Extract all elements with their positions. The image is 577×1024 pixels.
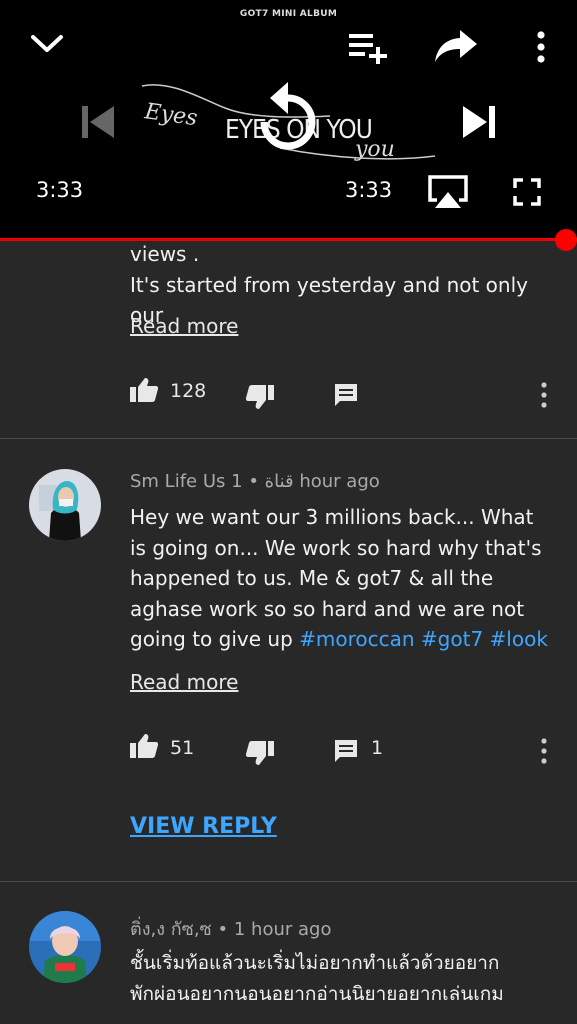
current-time: 3:33	[36, 178, 84, 202]
comment-divider	[0, 438, 577, 439]
more-vertical-icon[interactable]	[535, 31, 547, 63]
avatar-image	[29, 911, 101, 983]
comment-2-like-count: 51	[170, 737, 195, 759]
hashtag-link[interactable]: #look	[490, 627, 548, 651]
comment-2-text: Hey we want our 3 millions back... What …	[130, 505, 548, 651]
comment-2-read-more[interactable]: Read more	[130, 670, 238, 694]
comment-2-more-icon[interactable]	[540, 738, 548, 764]
skip-previous-icon[interactable]	[80, 104, 116, 140]
hashtag-link[interactable]: #got7	[421, 627, 483, 651]
video-player[interactable]: GOT7 MINI ALBUM Eyes EYES ON YOU you 3:3…	[0, 0, 577, 240]
chevron-down-icon[interactable]	[30, 32, 64, 56]
avatar-image	[29, 469, 101, 541]
comment-1-like-count: 128	[170, 380, 207, 402]
comment-3-header: ติ่ง,ง กัซ,ซ • 1 hour ago	[130, 914, 331, 943]
comment-3-author[interactable]: ติ่ง,ง กัซ,ซ	[130, 919, 212, 940]
view-reply-button[interactable]: VIEW REPLY	[130, 814, 277, 839]
comment-2-author[interactable]: Sm Life Us قناة	[130, 471, 294, 492]
meta-separator: •	[217, 919, 229, 940]
meta-separator: •	[248, 471, 259, 492]
thumb-up-icon[interactable]	[130, 377, 158, 403]
comment-3-text: ชั้นเริ่มท้อแล้วนะเริ่มไม่อยากทำแล้วด้วย…	[130, 952, 504, 1005]
avatar[interactable]	[29, 469, 101, 541]
hashtag-link[interactable]: #moroccan	[299, 627, 414, 651]
skip-next-icon[interactable]	[461, 104, 497, 140]
share-icon[interactable]	[434, 28, 478, 64]
thumb-down-icon[interactable]	[246, 384, 274, 410]
thumb-down-icon[interactable]	[246, 740, 274, 766]
comments-section: views . It's started from yesterday and …	[0, 241, 577, 1024]
comment-icon[interactable]	[334, 739, 358, 763]
fullscreen-icon[interactable]	[513, 178, 541, 206]
comment-2-header: Sm Life Us قناة • 1 hour ago	[130, 471, 380, 492]
airplay-icon[interactable]	[427, 174, 469, 210]
comment-icon[interactable]	[334, 383, 358, 407]
playlist-add-icon[interactable]	[348, 30, 388, 64]
comment-3-time: 1 hour ago	[233, 919, 332, 940]
video-title: GOT7 MINI ALBUM	[239, 9, 338, 19]
comment-1-read-more[interactable]: Read more	[130, 314, 238, 338]
replay-icon[interactable]	[254, 80, 322, 156]
comment-divider	[0, 881, 577, 882]
thumb-up-icon[interactable]	[130, 733, 158, 759]
artwork-script-text-1: Eyes	[142, 99, 199, 131]
avatar[interactable]	[29, 911, 101, 983]
comment-1-more-icon[interactable]	[540, 382, 548, 408]
duration: 3:33	[345, 178, 393, 202]
comment-2-reply-count: 1	[371, 737, 384, 759]
